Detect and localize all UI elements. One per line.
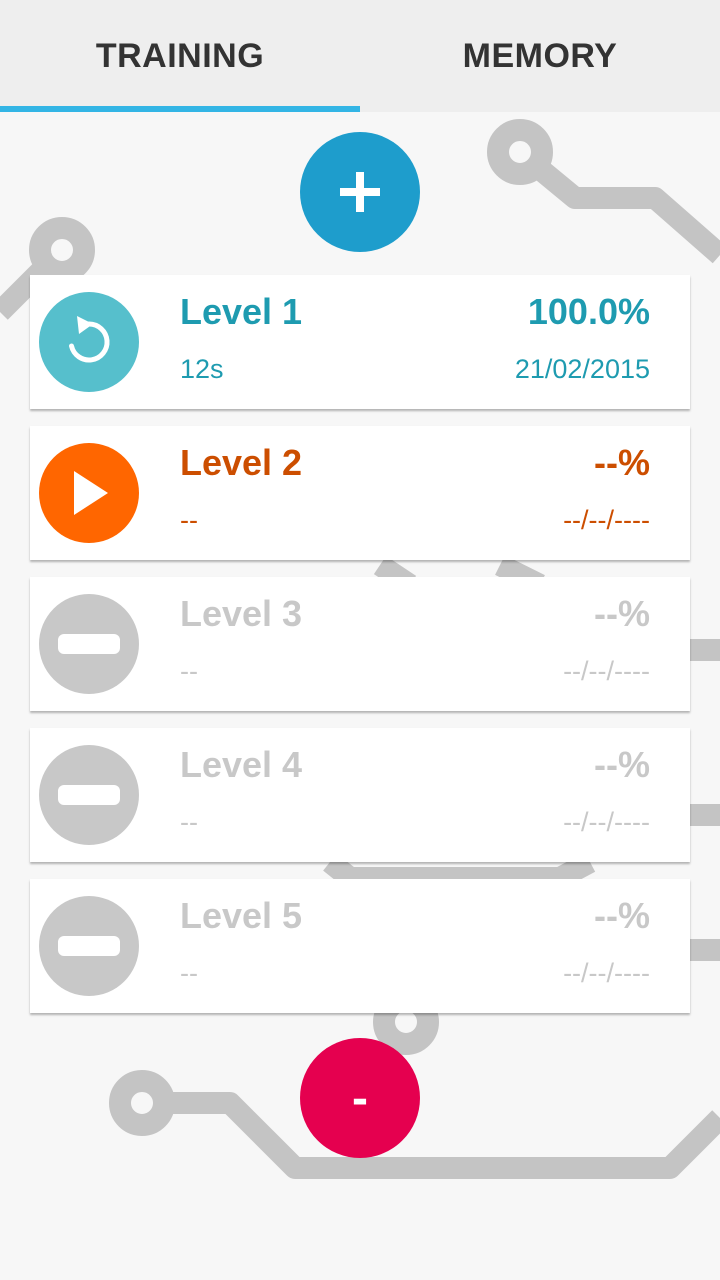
level-date: 21/02/2015 (514, 354, 650, 384)
level-score: --% (594, 744, 650, 785)
tab-training[interactable]: TRAINING (0, 0, 360, 112)
tab-bar: TRAINING MEMORY (0, 0, 720, 112)
level-time: -- (180, 807, 198, 837)
level-date: --/--/---- (563, 656, 650, 686)
level-card-3[interactable]: Level 3 --% -- --/--/---- (30, 577, 690, 711)
level-time: 12s (180, 354, 224, 384)
level-title: Level 4 (180, 744, 303, 785)
remove-button-label: - (352, 1071, 368, 1125)
locked-icon[interactable] (39, 896, 139, 996)
level-time: -- (180, 505, 198, 535)
level-card-2[interactable]: Level 2 --% -- --/--/---- (30, 426, 690, 560)
level-score: 100.0% (527, 291, 650, 332)
level-score: --% (594, 593, 650, 634)
plus-icon (340, 172, 380, 212)
active-tab-indicator (0, 106, 360, 112)
locked-icon[interactable] (39, 745, 139, 845)
level-date: --/--/---- (563, 807, 650, 837)
level-title: Level 1 (180, 291, 303, 332)
level-title: Level 3 (180, 593, 303, 634)
level-time: -- (180, 958, 198, 988)
level-score: --% (594, 895, 650, 936)
level-title: Level 2 (180, 442, 303, 483)
level-time: -- (180, 656, 198, 686)
level-card-4[interactable]: Level 4 --% -- --/--/---- (30, 728, 690, 862)
level-date: --/--/---- (563, 958, 650, 988)
level-card-5[interactable]: Level 5 --% -- --/--/---- (30, 879, 690, 1013)
add-button[interactable] (300, 132, 420, 252)
replay-icon[interactable] (39, 292, 139, 392)
tab-memory[interactable]: MEMORY (360, 0, 720, 112)
play-icon[interactable] (39, 443, 139, 543)
level-card-1[interactable]: Level 1 100.0% 12s 21/02/2015 (30, 275, 690, 409)
remove-button[interactable]: - (300, 1038, 420, 1158)
level-title: Level 5 (180, 895, 303, 936)
level-score: --% (594, 442, 650, 483)
level-date: --/--/---- (563, 505, 650, 535)
locked-icon[interactable] (39, 594, 139, 694)
